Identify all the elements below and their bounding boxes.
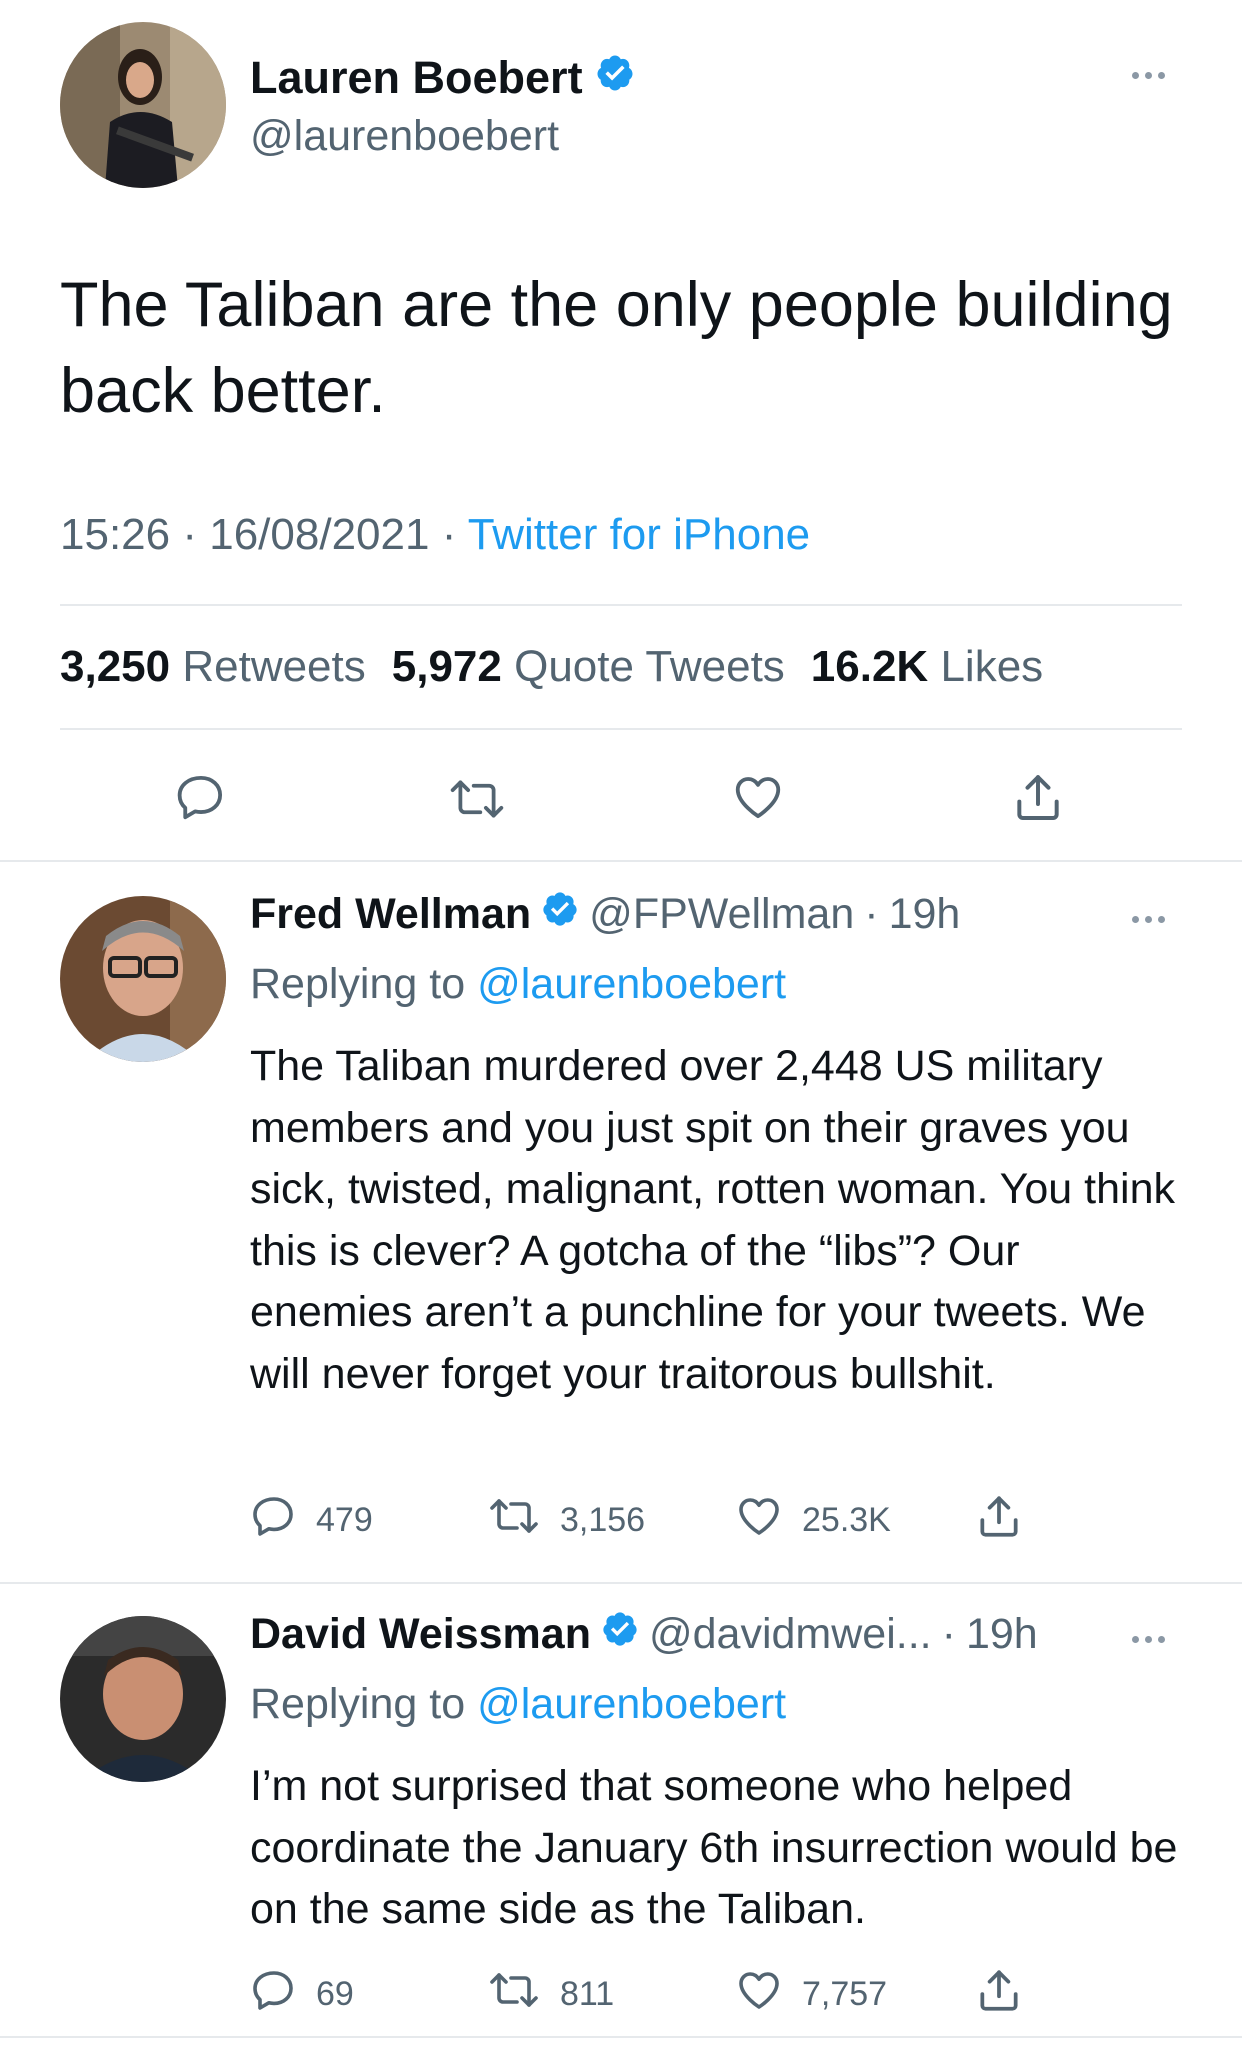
retweet-button[interactable]: 3,156 xyxy=(486,1492,734,1549)
like-icon xyxy=(734,1492,784,1549)
like-icon[interactable] xyxy=(730,770,786,829)
like-icon xyxy=(734,1966,784,2023)
retweet-icon xyxy=(486,1492,542,1549)
reply-icon xyxy=(250,1966,298,2023)
reply-icon xyxy=(250,1492,298,1549)
main-author-avatar[interactable] xyxy=(60,22,226,188)
reply-time[interactable]: 19h xyxy=(966,1610,1038,1659)
share-button[interactable] xyxy=(974,1490,1024,1551)
reply-time[interactable]: 19h xyxy=(889,890,961,939)
retweet-count: 811 xyxy=(560,1975,615,2013)
quote-tweets-stat[interactable]: 5,972 Quote Tweets xyxy=(392,642,785,692)
reply-count: 479 xyxy=(316,1501,373,1539)
share-icon xyxy=(974,1964,1024,2025)
verified-badge-icon xyxy=(601,1610,639,1659)
tweet-stats: 3,250 Retweets 5,972 Quote Tweets 16.2K … xyxy=(60,642,1043,692)
share-icon[interactable] xyxy=(1010,768,1066,831)
reply-icon[interactable] xyxy=(174,770,228,829)
verified-badge-icon xyxy=(541,890,579,939)
reply-author-handle[interactable]: @FPWellman xyxy=(589,890,854,939)
like-button[interactable]: 25.3K xyxy=(734,1492,974,1549)
reply-button[interactable]: 69 xyxy=(250,1966,486,2023)
tweet-time: 15:26 xyxy=(60,510,171,559)
more-icon[interactable] xyxy=(1132,916,1165,923)
reply-actions: 69 811 7,757 xyxy=(250,1964,1024,2025)
verified-badge-icon xyxy=(595,52,635,104)
time-separator: · xyxy=(864,890,879,938)
reply-author-name[interactable]: David Weissman xyxy=(250,1610,591,1659)
meta-separator: · xyxy=(182,510,197,559)
more-icon[interactable] xyxy=(1132,72,1165,79)
divider xyxy=(0,1582,1242,1584)
reply-author-avatar[interactable] xyxy=(60,896,226,1062)
replying-to: Replying to @laurenboebert xyxy=(250,960,787,1008)
reply-author-name[interactable]: Fred Wellman xyxy=(250,890,531,939)
replying-to-handle[interactable]: @laurenboebert xyxy=(477,960,786,1008)
reply-author-handle[interactable]: @davidmwei... xyxy=(649,1610,932,1659)
divider xyxy=(60,728,1182,730)
retweet-button[interactable]: 811 xyxy=(486,1966,734,2023)
reply-button[interactable]: 479 xyxy=(250,1492,486,1549)
like-count: 25.3K xyxy=(802,1501,891,1539)
reply-header: David Weissman @davidmwei... · 19h xyxy=(250,1610,1038,1659)
main-author-name-row[interactable]: Lauren Boebert xyxy=(250,52,635,104)
tweet-meta: 15:26 · 16/08/2021 · Twitter for iPhone xyxy=(60,510,810,560)
reply-author-avatar[interactable] xyxy=(60,1616,226,1782)
tweet-text: The Taliban are the only people building… xyxy=(60,270,1173,426)
time-separator: · xyxy=(941,1610,956,1658)
reply-header: Fred Wellman @FPWellman · 19h xyxy=(250,890,960,939)
divider xyxy=(0,860,1242,862)
retweet-icon[interactable] xyxy=(446,772,508,831)
reply-text: I’m not surprised that someone who helpe… xyxy=(250,1762,1178,1933)
like-count: 7,757 xyxy=(802,1975,888,2013)
reply-text: The Taliban murdered over 2,448 US milit… xyxy=(250,1042,1175,1398)
tweet-date: 16/08/2021 xyxy=(209,510,430,559)
retweets-stat[interactable]: 3,250 Retweets xyxy=(60,642,366,692)
main-author-handle[interactable]: @laurenboebert xyxy=(250,112,559,161)
likes-stat[interactable]: 16.2K Likes xyxy=(811,642,1043,692)
share-button[interactable] xyxy=(974,1964,1024,2025)
divider xyxy=(0,2036,1242,2038)
more-icon[interactable] xyxy=(1132,1636,1165,1643)
replying-to-handle[interactable]: @laurenboebert xyxy=(477,1680,786,1728)
main-author-name[interactable]: Lauren Boebert xyxy=(250,52,583,104)
reply-count: 69 xyxy=(316,1975,354,2013)
retweet-icon xyxy=(486,1966,542,2023)
meta-separator: · xyxy=(441,510,457,559)
like-button[interactable]: 7,757 xyxy=(734,1966,974,2023)
tweet-source[interactable]: Twitter for iPhone xyxy=(468,510,810,559)
share-icon xyxy=(974,1490,1024,1551)
retweet-count: 3,156 xyxy=(560,1501,646,1539)
reply-actions: 479 3,156 25.3K xyxy=(250,1490,1024,1551)
divider xyxy=(60,604,1182,606)
replying-to: Replying to @laurenboebert xyxy=(250,1680,787,1728)
